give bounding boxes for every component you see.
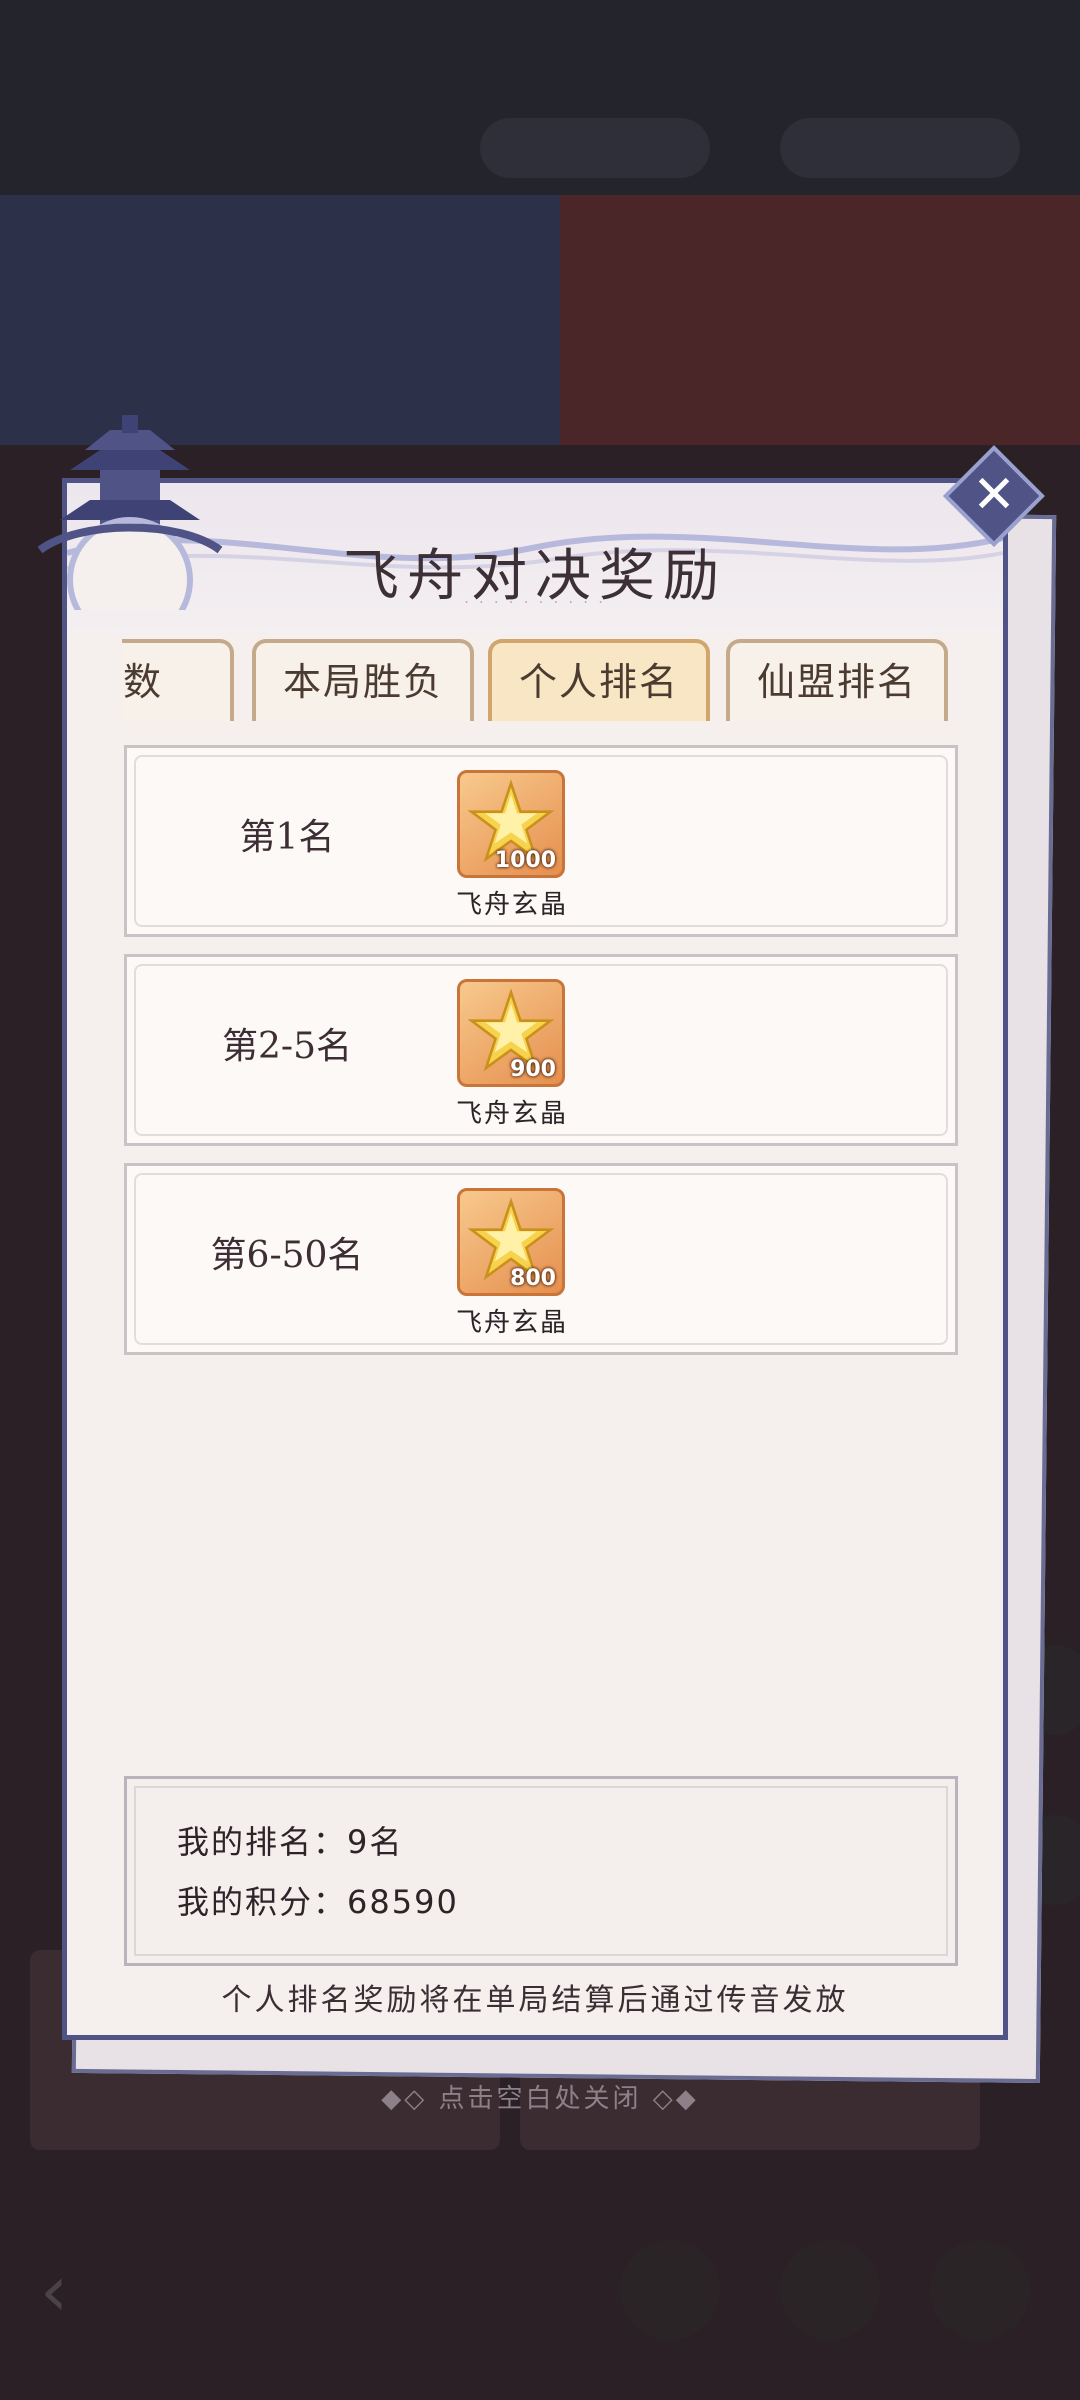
item-quantity: 800 xyxy=(510,1266,556,1291)
my-rank-box: 我的排名：9名 我的积分：68590 xyxy=(124,1776,958,1966)
item-quantity: 1000 xyxy=(494,848,556,873)
reward-modal: 飞舟对决奖励 · · · · · · · · · · 次数 本局胜负 个人排名 … xyxy=(62,478,1008,2040)
tab-personal-rank[interactable]: 个人排名 xyxy=(488,639,710,721)
my-score-label: 我的积分： xyxy=(177,1883,348,1921)
background-resource-pill xyxy=(780,118,1020,178)
reward-row: 第1名 1000 飞舟玄晶 xyxy=(124,745,958,937)
background-right-team-panel xyxy=(560,195,1080,445)
item-name: 飞舟玄晶 xyxy=(455,1308,568,1338)
pagoda-ornament-icon xyxy=(37,415,223,610)
reward-row: 第2-5名 900 飞舟玄晶 xyxy=(124,954,958,1146)
reward-list: 第1名 1000 飞舟玄晶 第2-5名 900 飞舟玄晶 第6-50名 800 … xyxy=(124,745,958,1372)
my-score-value: 68590 xyxy=(347,1883,459,1921)
star-crystal-icon[interactable]: 800 xyxy=(457,1188,565,1296)
background-left-team-panel xyxy=(0,195,560,445)
tab-alliance-rank[interactable]: 仙盟排名 xyxy=(726,639,948,721)
star-crystal-icon[interactable]: 1000 xyxy=(457,770,565,878)
rank-label: 第1名 xyxy=(239,817,335,858)
close-icon[interactable]: ✕ xyxy=(958,460,1030,532)
tab-count[interactable]: 次数 xyxy=(122,639,234,721)
item-name: 飞舟玄晶 xyxy=(455,1099,568,1129)
footer-note: 个人排名奖励将在单局结算后通过传音发放 xyxy=(221,1983,849,2018)
reward-row: 第6-50名 800 飞舟玄晶 xyxy=(124,1163,958,1355)
my-rank-value: 9名 xyxy=(347,1823,404,1861)
box-frame xyxy=(134,1786,948,1956)
rank-label: 第2-5名 xyxy=(222,1026,352,1067)
dismiss-hint: ◆◇ 点击空白处关闭 ◇◆ xyxy=(381,2084,699,2114)
tab-bar: 次数 本局胜负 个人排名 仙盟排名 xyxy=(122,631,958,721)
tab-match-result[interactable]: 本局胜负 xyxy=(252,639,474,721)
rank-label: 第6-50名 xyxy=(210,1235,364,1276)
my-score-line: 我的积分：68590 xyxy=(177,1877,459,1923)
my-rank-line: 我的排名：9名 xyxy=(177,1817,403,1863)
my-rank-label: 我的排名： xyxy=(177,1823,348,1861)
item-quantity: 900 xyxy=(510,1057,556,1082)
star-crystal-icon[interactable]: 900 xyxy=(457,979,565,1087)
background-nav-button xyxy=(930,2240,1030,2340)
background-back-arrow-icon: ‹ xyxy=(40,2250,68,2332)
item-name: 飞舟玄晶 xyxy=(455,890,568,920)
background-nav-button xyxy=(780,2240,880,2340)
background-nav-button xyxy=(620,2240,720,2340)
background-resource-pill xyxy=(480,118,710,178)
